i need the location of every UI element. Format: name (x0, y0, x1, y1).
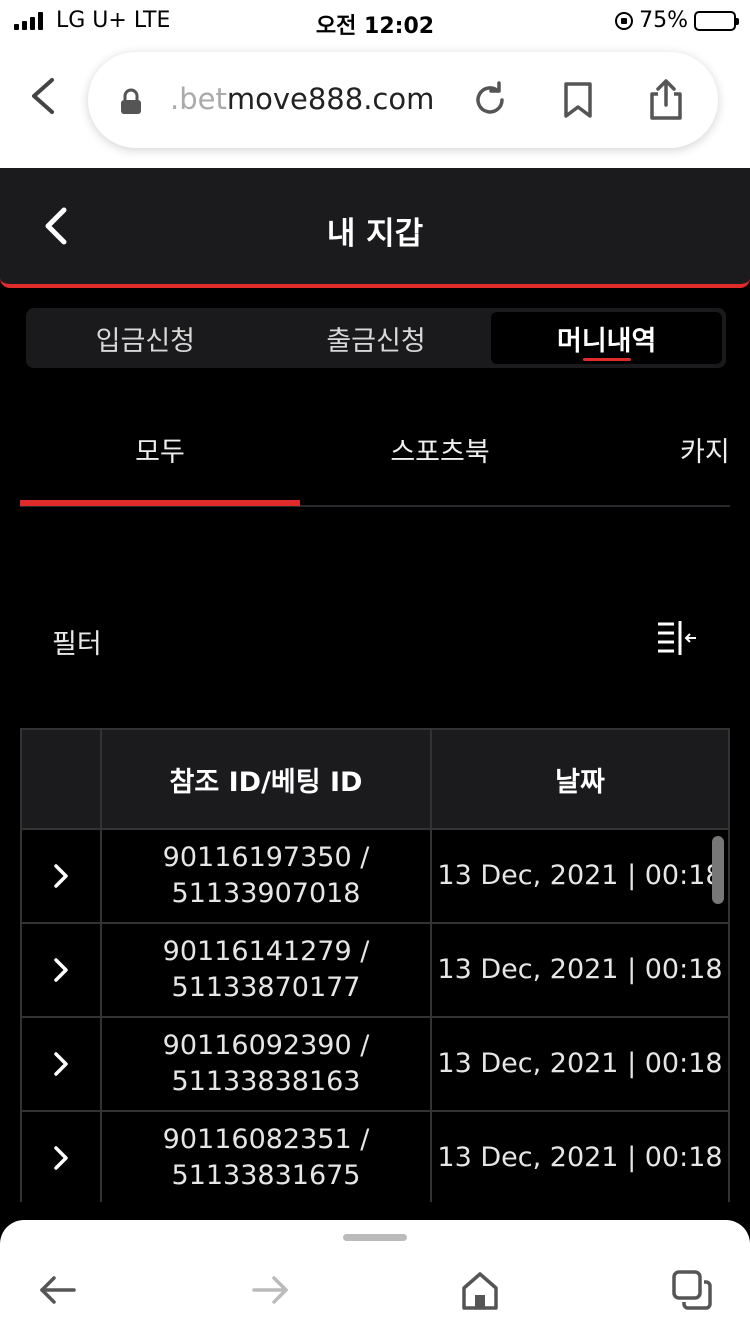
money-history-table: 참조 ID/베팅 ID 날짜 90116197350 / 51133907018 … (20, 728, 730, 1202)
tab-sportsbook[interactable]: 스포츠북 (300, 430, 580, 469)
share-icon[interactable] (644, 78, 688, 122)
date-cell: 13 Dec, 2021 | 00:18 (437, 860, 723, 891)
url-field[interactable]: .betmove888.com (88, 52, 718, 148)
back-arrow-icon[interactable] (36, 1268, 80, 1312)
app-header: 내 지갑 (0, 168, 750, 288)
category-tabs: 모두 스포츠북 카지 (20, 420, 750, 508)
lock-icon (121, 88, 141, 114)
date-cell: 13 Dec, 2021 | 00:18 (437, 1048, 723, 1079)
active-tab-indicator (20, 500, 300, 506)
orientation-lock-icon (615, 11, 634, 30)
row-expand-button[interactable] (22, 830, 102, 922)
bet-id: 51133831675 (171, 1160, 361, 1191)
bet-id: 51133907018 (171, 878, 361, 909)
url-text: .betmove888.com (170, 82, 434, 116)
reload-icon[interactable] (468, 78, 512, 122)
tab-deposit[interactable]: 입금신청 (30, 312, 261, 364)
forward-arrow-icon[interactable] (248, 1268, 292, 1312)
chevron-right-icon (54, 1146, 68, 1170)
row-expand-button[interactable] (22, 1018, 102, 1110)
status-bar: LG U+ LTE 오전 12:02 75% (0, 0, 750, 42)
chevron-right-icon (54, 864, 68, 888)
ref-bet-id-cell: 90116141279 / 51133870177 (102, 924, 432, 1016)
header-expand (22, 730, 102, 828)
bet-id: 51133838163 (171, 1066, 361, 1097)
bookmark-icon[interactable] (556, 78, 600, 122)
table-scrollbar[interactable] (712, 836, 724, 904)
tab-money-history[interactable]: 머니내역 (491, 312, 723, 364)
ref-id: 90116141279 / (162, 936, 370, 967)
date-cell: 13 Dec, 2021 | 00:18 (437, 954, 723, 985)
header-ref-id: 참조 ID/베팅 ID (102, 730, 432, 828)
browser-address-bar: .betmove888.com (0, 42, 750, 168)
row-expand-button[interactable] (22, 1112, 102, 1202)
ref-bet-id-cell: 90116082351 / 51133831675 (102, 1112, 432, 1202)
bet-id: 51133870177 (171, 972, 361, 1003)
tab-withdraw[interactable]: 출금신청 (261, 312, 492, 364)
chevron-right-icon (54, 1052, 68, 1076)
ref-bet-id-cell: 90116092390 / 51133838163 (102, 1018, 432, 1110)
date-cell: 13 Dec, 2021 | 00:18 (437, 1142, 723, 1173)
tab-all[interactable]: 모두 (20, 430, 300, 469)
page-title: 내 지갑 (326, 216, 424, 252)
row-expand-button[interactable] (22, 924, 102, 1016)
table-row[interactable]: 90116082351 / 51133831675 13 Dec, 2021 | … (22, 1112, 728, 1202)
header-date: 날짜 (555, 766, 605, 798)
url-faded-text: .bet (170, 82, 227, 116)
ref-id: 90116197350 / (162, 842, 370, 873)
table-row[interactable]: 90116141279 / 51133870177 13 Dec, 2021 | … (22, 924, 728, 1018)
battery-area: 75% (615, 8, 739, 33)
ref-id: 90116082351 / (162, 1124, 370, 1155)
toolbar-handle[interactable] (343, 1234, 407, 1241)
table-header: 참조 ID/베팅 ID 날짜 (22, 730, 728, 830)
chevron-right-icon (54, 958, 68, 982)
tabs-icon[interactable] (670, 1268, 714, 1312)
battery-percent: 75% (639, 8, 688, 33)
tab-casino[interactable]: 카지 (680, 430, 750, 469)
table-row[interactable]: 90116092390 / 51133838163 13 Dec, 2021 | … (22, 1018, 728, 1112)
wallet-tabs: 입금신청 출금신청 머니내역 (26, 308, 726, 368)
table-row[interactable]: 90116197350 / 51133907018 13 Dec, 2021 | … (22, 830, 728, 924)
browser-toolbar (0, 1220, 750, 1334)
battery-icon (694, 10, 739, 31)
home-icon[interactable] (458, 1268, 502, 1312)
url-domain-text: move888.com (226, 82, 435, 116)
filter-label[interactable]: 필터 (52, 622, 102, 661)
filter-sort-icon[interactable] (654, 618, 700, 658)
ref-id: 90116092390 / (162, 1030, 370, 1061)
browser-back-icon[interactable] (22, 74, 66, 118)
ref-bet-id-cell: 90116197350 / 51133907018 (102, 830, 432, 922)
